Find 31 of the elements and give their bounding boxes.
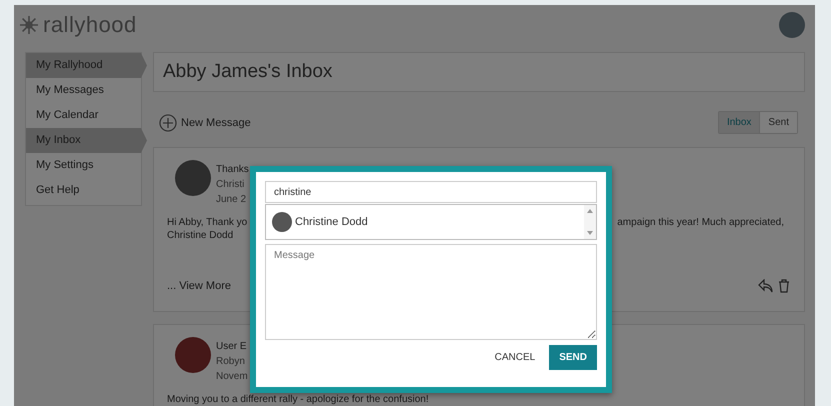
suggestion-item[interactable]: Christine Dodd [266,212,584,232]
sidebar-item[interactable]: My Rallyhood [26,53,147,78]
tab[interactable]: Inbox [718,112,760,133]
logo-text: rallyhood [43,12,137,38]
snowflake-logo-icon [19,15,39,35]
avatar-placeholder [175,160,211,196]
tab[interactable]: Sent [760,112,797,133]
message-subject: User E [216,340,248,354]
trash-icon[interactable] [778,279,790,293]
message-text: Moving you to a different rally - apologize for the confusion! [167,394,429,405]
message-field[interactable]: Message [265,244,597,340]
message-text: ampaign this year! Much appreciated, [617,217,784,228]
reply-icon[interactable] [758,279,774,293]
sidebar-item[interactable]: My Inbox [26,128,147,153]
page-title: Abby James's Inbox [163,61,332,83]
message-text: Christine Dodd [167,230,234,241]
new-message-button[interactable]: New Message [159,114,251,132]
send-button[interactable]: SEND [549,345,597,370]
sender-name: Robyn [216,355,246,369]
recipient-field[interactable]: christine [265,181,597,203]
message-text: Hi Abby, Thank yo [167,217,248,228]
message-date: Novem [216,370,248,384]
message-date: June 2 [216,193,248,207]
view-more-link[interactable]: ... View More [167,280,231,292]
scroll-bar[interactable] [584,205,596,239]
cancel-button[interactable]: CANCEL [490,348,540,367]
user-avatar[interactable] [779,12,805,38]
message-subject: Thanks [216,163,249,177]
avatar-placeholder [175,337,211,373]
plus-circle-icon [159,114,177,132]
sender-name: Christi [216,178,246,192]
